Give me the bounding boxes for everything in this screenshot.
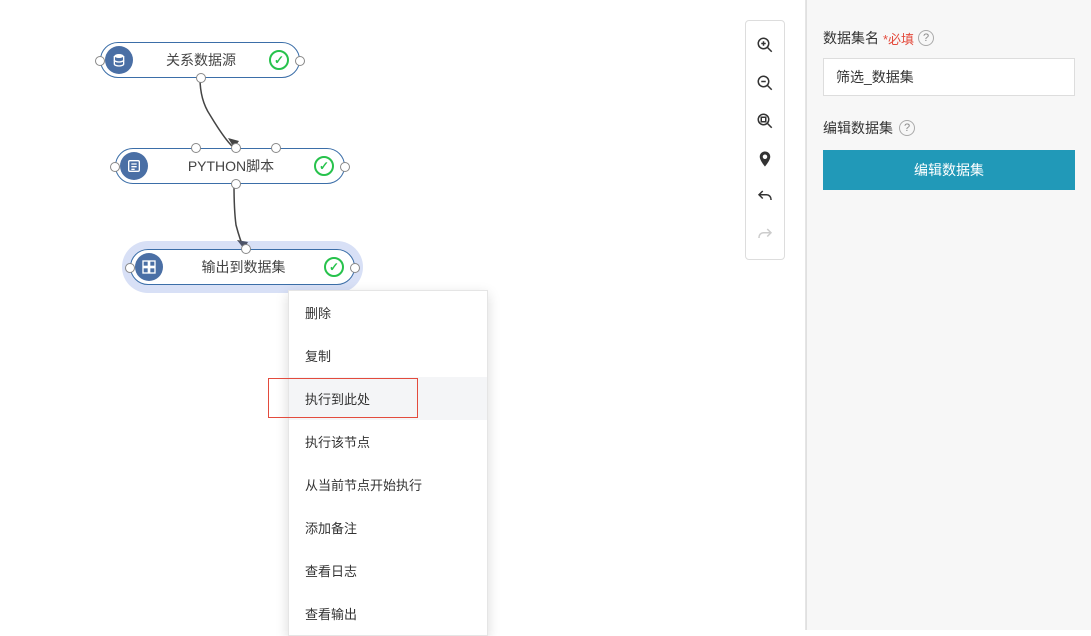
property-sidebar: 数据集名 *必填 ? 编辑数据集 ? 编辑数据集 <box>806 0 1091 630</box>
canvas-area[interactable]: 关系数据源 ✓ PYTHON脚本 ✓ 输出到数据集 ✓ <box>0 0 806 630</box>
menu-item-run-to-here[interactable]: 执行到此处 <box>289 377 487 420</box>
status-success-icon: ✓ <box>314 156 334 176</box>
menu-item-run-node[interactable]: 执行该节点 <box>289 420 487 463</box>
zoom-in-button[interactable] <box>749 27 781 63</box>
output-icon <box>135 253 163 281</box>
database-icon <box>105 46 133 74</box>
port-right[interactable] <box>350 263 360 273</box>
fit-view-button[interactable] <box>749 103 781 139</box>
help-icon[interactable]: ? <box>918 30 934 46</box>
node-python-script[interactable]: PYTHON脚本 ✓ <box>115 148 345 184</box>
help-icon[interactable]: ? <box>899 120 915 136</box>
port-top[interactable] <box>241 244 251 254</box>
port-left[interactable] <box>125 263 135 273</box>
required-mark: *必填 <box>883 29 914 48</box>
locate-button[interactable] <box>749 141 781 177</box>
undo-button[interactable] <box>749 179 781 215</box>
node-output-dataset[interactable]: 输出到数据集 ✓ <box>130 249 355 285</box>
menu-item-view-output[interactable]: 查看输出 <box>289 592 487 635</box>
context-menu: 删除 复制 执行到此处 执行该节点 从当前节点开始执行 添加备注 查看日志 查看… <box>288 290 488 636</box>
port-left[interactable] <box>95 56 105 66</box>
dataset-name-label: 数据集名 *必填 ? <box>823 28 1075 48</box>
port-top-left[interactable] <box>191 143 201 153</box>
menu-item-run-from[interactable]: 从当前节点开始执行 <box>289 463 487 506</box>
node-label: PYTHON脚本 <box>158 156 304 176</box>
port-right[interactable] <box>340 162 350 172</box>
edit-dataset-label: 编辑数据集 ? <box>823 118 1075 138</box>
port-top[interactable] <box>231 143 241 153</box>
port-left[interactable] <box>110 162 120 172</box>
status-success-icon: ✓ <box>269 50 289 70</box>
node-label: 输出到数据集 <box>173 257 314 277</box>
canvas-toolbar <box>745 20 785 260</box>
node-label: 关系数据源 <box>143 50 259 70</box>
label-text: 数据集名 <box>823 28 879 48</box>
menu-item-add-note[interactable]: 添加备注 <box>289 506 487 549</box>
node-relational-datasource[interactable]: 关系数据源 ✓ <box>100 42 300 78</box>
edit-dataset-button[interactable]: 编辑数据集 <box>823 150 1075 190</box>
dataset-name-input[interactable] <box>823 58 1075 96</box>
script-icon <box>120 152 148 180</box>
zoom-out-button[interactable] <box>749 65 781 101</box>
menu-item-copy[interactable]: 复制 <box>289 334 487 377</box>
menu-item-delete[interactable]: 删除 <box>289 291 487 334</box>
port-bottom[interactable] <box>231 179 241 189</box>
menu-item-view-log[interactable]: 查看日志 <box>289 549 487 592</box>
redo-button[interactable] <box>749 217 781 253</box>
label-text: 编辑数据集 <box>823 118 893 138</box>
status-success-icon: ✓ <box>324 257 344 277</box>
port-bottom[interactable] <box>196 73 206 83</box>
port-top-right[interactable] <box>271 143 281 153</box>
port-right[interactable] <box>295 56 305 66</box>
